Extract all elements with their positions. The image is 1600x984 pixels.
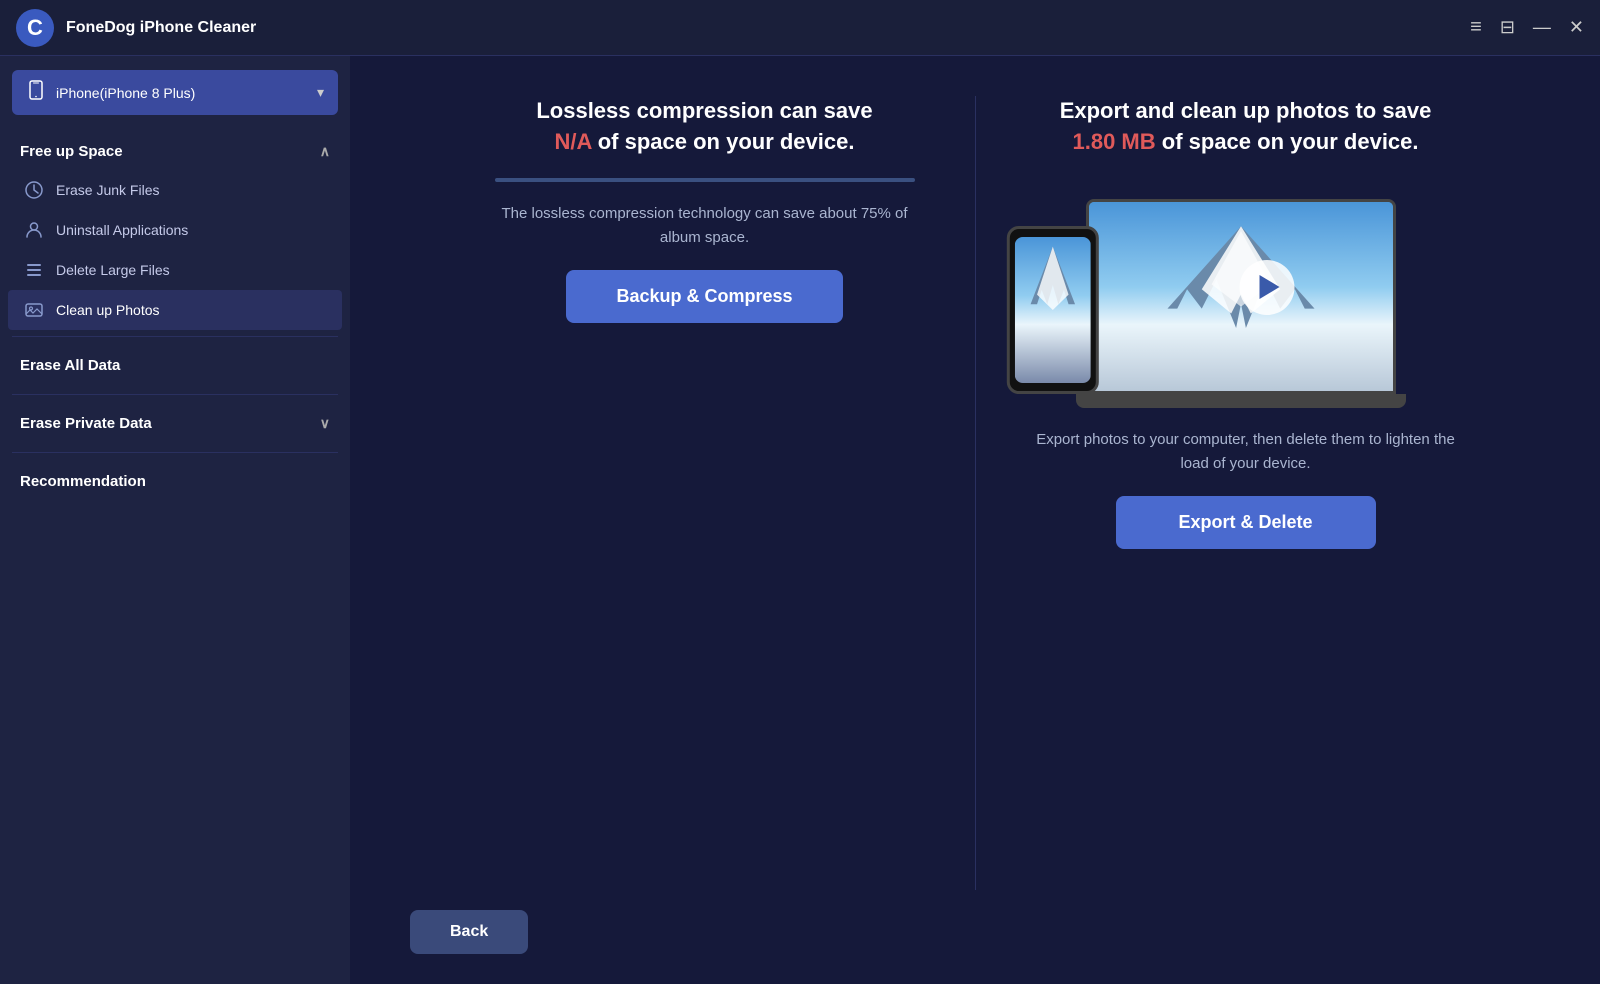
free-up-space-label: Free up Space (20, 143, 123, 160)
person-icon (24, 220, 44, 240)
sidebar-item-uninstall-apps[interactable]: Uninstall Applications (8, 210, 342, 250)
export-title-highlight: 1.80 MB (1072, 129, 1155, 154)
uninstall-apps-label: Uninstall Applications (56, 222, 188, 238)
erase-all-data-label: Erase All Data (20, 357, 120, 374)
image-icon (24, 300, 44, 320)
sidebar: iPhone(iPhone 8 Plus) ▾ Free up Space ∧ … (0, 56, 350, 984)
chat-icon[interactable]: ⊟ (1500, 17, 1515, 38)
export-title-part1: Export and clean up photos to save (1060, 98, 1432, 123)
title-bar: C FoneDog iPhone Cleaner ≡ ⊟ — ✕ (0, 0, 1600, 56)
cards-divider (975, 96, 976, 890)
export-description: Export photos to your computer, then del… (1036, 428, 1456, 476)
erase-junk-label: Erase Junk Files (56, 182, 159, 198)
sidebar-divider-2 (12, 394, 338, 395)
sidebar-divider-1 (12, 336, 338, 337)
minimize-icon[interactable]: — (1533, 17, 1551, 38)
sidebar-divider-3 (12, 452, 338, 453)
compress-description: The lossless compression technology can … (495, 202, 915, 250)
recommendation-label: Recommendation (20, 473, 146, 490)
free-up-space-section: Free up Space ∧ Erase Junk Files (0, 129, 350, 330)
device-selector[interactable]: iPhone(iPhone 8 Plus) ▾ (12, 70, 338, 115)
list-icon (24, 260, 44, 280)
export-card-title: Export and clean up photos to save 1.80 … (1036, 96, 1456, 158)
phone-screen (1014, 237, 1090, 383)
erase-private-label: Erase Private Data (20, 415, 152, 432)
clean-photos-label: Clean up Photos (56, 302, 160, 318)
compress-play-button[interactable] (680, 178, 730, 182)
backup-compress-button[interactable]: Backup & Compress (566, 270, 842, 323)
compress-title-highlight: N/A (555, 129, 592, 154)
menu-icon[interactable]: ≡ (1470, 16, 1482, 39)
chevron-down-icon: ∨ (320, 415, 330, 432)
content-cards: Lossless compression can save N/A of spa… (410, 96, 1540, 890)
export-title-part2: of space on your device. (1162, 129, 1419, 154)
phone-device (1006, 226, 1098, 394)
sidebar-item-delete-large[interactable]: Delete Large Files (8, 250, 342, 290)
sidebar-item-recommendation[interactable]: Recommendation (0, 459, 350, 504)
app-title: FoneDog iPhone Cleaner (66, 19, 1470, 37)
compress-title-part1: Lossless compression can save (536, 98, 872, 123)
device-label: iPhone(iPhone 8 Plus) (56, 85, 317, 101)
delete-large-label: Delete Large Files (56, 262, 170, 278)
bottom-bar: Back (410, 890, 1540, 954)
app-logo: C (16, 9, 54, 47)
free-up-space-header[interactable]: Free up Space ∧ (8, 129, 342, 170)
device-icon (26, 80, 46, 105)
compress-card: Lossless compression can save N/A of spa… (495, 96, 915, 323)
export-delete-button[interactable]: Export & Delete (1116, 496, 1376, 549)
sidebar-item-erase-private[interactable]: Erase Private Data ∨ (0, 401, 350, 446)
export-image (1036, 178, 1456, 408)
compress-title-part2: of space on your device. (598, 129, 855, 154)
close-icon[interactable]: ✕ (1569, 17, 1584, 38)
content-area: Lossless compression can save N/A of spa… (350, 56, 1600, 984)
window-controls: ≡ ⊟ — ✕ (1470, 16, 1584, 39)
sidebar-item-erase-junk[interactable]: Erase Junk Files (8, 170, 342, 210)
sidebar-item-erase-all-data[interactable]: Erase All Data (0, 343, 350, 388)
export-card: Export and clean up photos to save 1.80 … (1036, 96, 1456, 549)
svg-text:C: C (27, 15, 43, 40)
back-button[interactable]: Back (410, 910, 528, 954)
laptop-base (1076, 394, 1406, 408)
sidebar-item-clean-photos[interactable]: Clean up Photos (8, 290, 342, 330)
dropdown-arrow-icon: ▾ (317, 84, 324, 101)
compression-image: Before (102MB) After (26MB) (495, 178, 915, 182)
clock-icon (24, 180, 44, 200)
main-layout: iPhone(iPhone 8 Plus) ▾ Free up Space ∧ … (0, 56, 1600, 984)
export-play-button[interactable] (1239, 260, 1294, 315)
phone-mountain-svg (1014, 237, 1090, 383)
compress-card-title: Lossless compression can save N/A of spa… (536, 96, 872, 158)
chevron-up-icon: ∧ (320, 143, 330, 160)
